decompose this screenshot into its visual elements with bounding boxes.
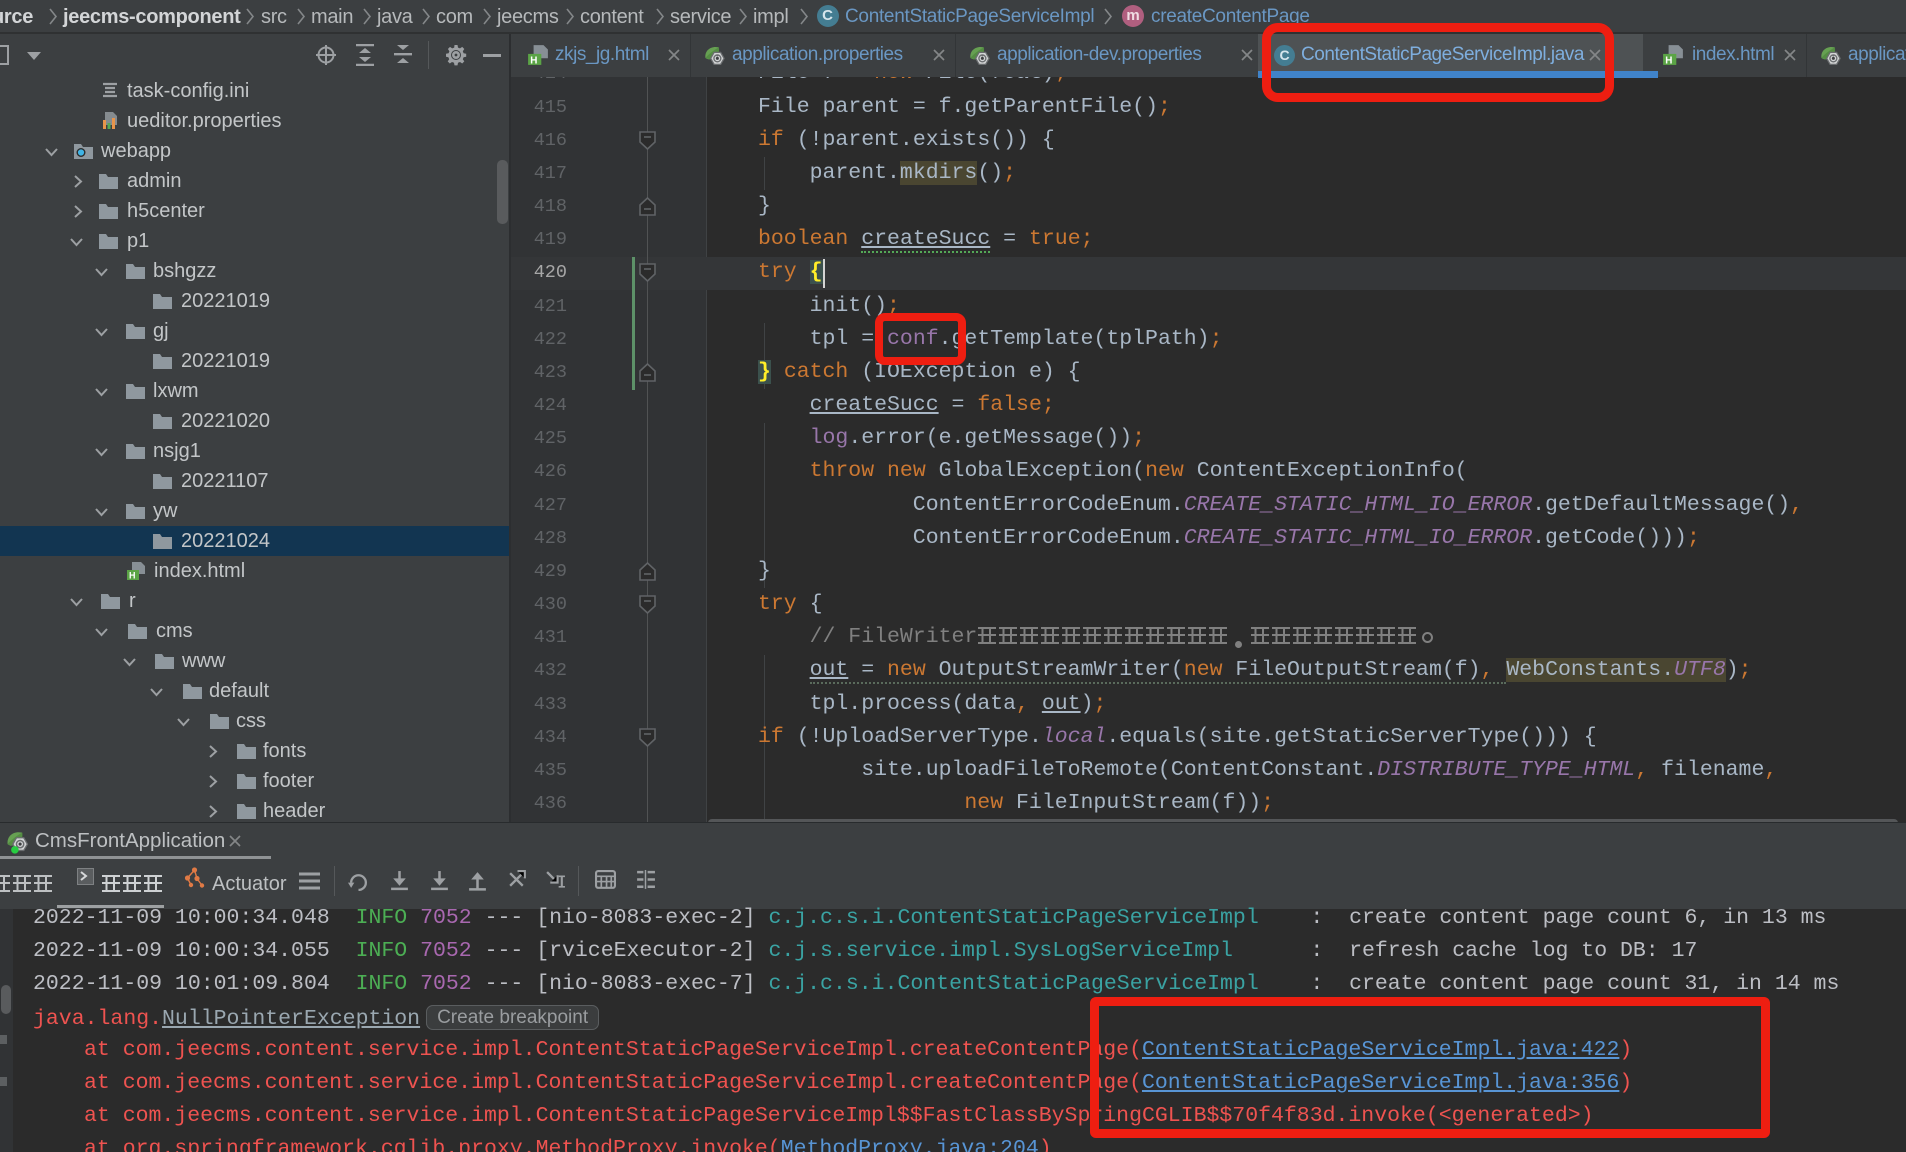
svg-text:H: H (1665, 55, 1672, 66)
svg-text:H: H (530, 55, 537, 66)
svg-text:H: H (129, 571, 136, 581)
